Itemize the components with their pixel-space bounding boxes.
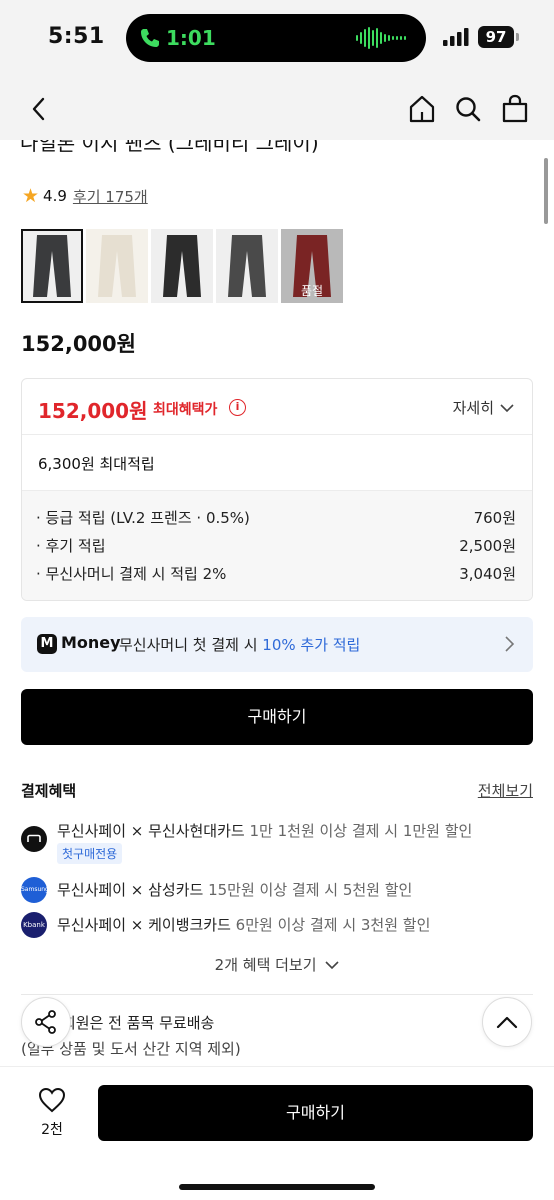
- more-benefits-label: 2개 혜택 더보기: [214, 956, 317, 974]
- color-option-thumbnail[interactable]: 품절: [281, 229, 343, 303]
- max-benefit-panel: 152,000원 최대혜택가 i 자세히 6,300원 최대적립 · 등급 적립…: [21, 378, 533, 601]
- payment-benefit-main: 무신사페이 × 케이뱅크카드: [57, 916, 231, 934]
- reviews-link[interactable]: 후기 175개: [73, 186, 148, 207]
- detail-toggle-label: 자세히: [452, 399, 494, 417]
- points-label: · 등급 적립 (LV.2 프렌즈 · 0.5%): [36, 509, 250, 527]
- payment-benefit-main: 무신사페이 × 무신사현대카드: [57, 822, 245, 840]
- points-breakdown: · 등급 적립 (LV.2 프렌즈 · 0.5%) 760원 · 후기 적립 2,50…: [22, 491, 532, 600]
- max-benefit-header: 152,000원 최대혜택가 i 자세히: [22, 379, 532, 435]
- points-label: · 후기 적립: [36, 537, 106, 555]
- pants-image: [33, 235, 71, 297]
- rating-row: ★ 4.9 후기 175개: [22, 185, 148, 207]
- points-total: 6,300원 최대적립: [38, 455, 155, 473]
- points-amount: 760원: [473, 509, 516, 527]
- points-total-row: 6,300원 최대적립: [22, 435, 532, 491]
- dynamic-island[interactable]: 1:01: [126, 14, 426, 62]
- money-promo-prefix: 무신사머니 첫 결제 시: [119, 636, 263, 654]
- color-option-thumbnail[interactable]: [21, 229, 83, 303]
- color-option-thumbnail[interactable]: [151, 229, 213, 303]
- payment-benefit-sub: 1만 1천원 이상 결제 시 1만원 할인: [244, 822, 473, 840]
- pants-image: [163, 235, 201, 297]
- home-icon: [409, 95, 435, 123]
- chevron-down-icon: [325, 961, 339, 970]
- money-promo-text: 무신사머니 첫 결제 시 10% 추가 적립: [119, 634, 360, 655]
- product-price: 152,000원: [21, 332, 136, 356]
- points-amount: 3,040원: [459, 565, 516, 583]
- bottom-buy-button[interactable]: 구매하기: [98, 1085, 533, 1141]
- battery-indicator: 97: [478, 26, 514, 48]
- color-options: 품절: [21, 229, 343, 303]
- chevron-left-icon: [32, 97, 45, 121]
- battery-tip: [516, 33, 519, 41]
- divider: [21, 994, 533, 995]
- max-benefit-label: 최대혜택가: [153, 402, 218, 418]
- buy-button[interactable]: 구매하기: [21, 689, 533, 745]
- detail-toggle-button[interactable]: 자세히: [453, 397, 514, 418]
- view-all-link[interactable]: 전체보기: [478, 780, 533, 801]
- free-shipping-text: 회원은 전 품목 무료배송: [62, 1014, 215, 1032]
- money-logo-icon: M: [37, 634, 57, 654]
- share-button[interactable]: [21, 997, 71, 1047]
- heart-icon: [38, 1087, 66, 1113]
- bottom-action-bar: 2천 구매하기: [0, 1066, 554, 1200]
- scroll-indicator[interactable]: [544, 158, 548, 224]
- pants-image: [98, 235, 136, 297]
- musinsa-money-banner[interactable]: M Money 무신사머니 첫 결제 시 10% 추가 적립: [21, 617, 533, 672]
- search-button[interactable]: [451, 92, 485, 126]
- payment-benefit-text: 무신사페이 × 무신사현대카드 1만 1천원 이상 결제 시 1만원 할인: [57, 820, 472, 841]
- scroll-to-top-button[interactable]: [482, 997, 532, 1047]
- share-icon: [35, 1010, 56, 1034]
- payment-benefit-sub: 15만원 이상 결제 시 5천원 할인: [203, 881, 413, 899]
- payment-benefit-text: 무신사페이 × 삼성카드 15만원 이상 결제 시 5천원 할인: [57, 879, 412, 900]
- points-breakdown-row: · 후기 적립 2,500원: [22, 531, 532, 559]
- star-icon: ★: [22, 185, 40, 207]
- info-icon[interactable]: i: [229, 399, 246, 416]
- points-breakdown-row: · 등급 적립 (LV.2 프렌즈 · 0.5%) 760원: [22, 503, 532, 531]
- phone-icon: [141, 29, 159, 47]
- points-breakdown-row: · 무신사머니 결제 시 적립 2% 3,040원: [22, 559, 532, 587]
- chevron-up-icon: [496, 1016, 518, 1029]
- signal-icon: [443, 28, 469, 46]
- status-time: 5:51: [48, 24, 105, 49]
- product-title-area: 나일론 이지 팬츠 (그레비티 그레이): [0, 140, 554, 166]
- search-icon: [456, 97, 481, 122]
- chevron-down-icon: [500, 403, 514, 412]
- like-button[interactable]: 2천: [34, 1087, 70, 1139]
- audio-wave-icon: [356, 27, 406, 49]
- samsung-card-icon: Samsung Card: [21, 877, 65, 903]
- chevron-right-icon: [505, 636, 515, 652]
- color-option-thumbnail[interactable]: [86, 229, 148, 303]
- payment-benefit-sub: 6만원 이상 결제 시 3천원 할인: [230, 916, 431, 934]
- like-count: 2천: [41, 1122, 63, 1138]
- cart-button[interactable]: [498, 92, 532, 126]
- payment-benefit-main: 무신사페이 × 삼성카드: [57, 881, 204, 899]
- back-button[interactable]: [22, 92, 56, 126]
- max-benefit-price: 152,000원: [38, 399, 148, 423]
- bag-icon: [502, 94, 528, 123]
- status-bar: 5:51 1:01 97: [0, 0, 554, 78]
- payment-benefit-text: 무신사페이 × 케이뱅크카드 6만원 이상 결제 시 3천원 할인: [57, 914, 430, 935]
- home-button[interactable]: [405, 92, 439, 126]
- pants-image: [228, 235, 266, 297]
- more-benefits-button[interactable]: 2개 혜택 더보기: [0, 954, 554, 975]
- money-brand: Money: [61, 633, 121, 652]
- points-amount: 2,500원: [459, 537, 516, 555]
- rating-score: 4.9: [43, 187, 67, 205]
- color-option-thumbnail[interactable]: [216, 229, 278, 303]
- sold-out-label: 품절: [300, 284, 324, 298]
- call-time: 1:01: [166, 26, 216, 50]
- top-navigation: [0, 78, 554, 140]
- hyundai-card-icon: [21, 826, 47, 852]
- points-label: · 무신사머니 결제 시 적립 2%: [36, 565, 227, 583]
- first-purchase-tag: 첫구매전용: [57, 843, 123, 864]
- home-indicator: [179, 1184, 375, 1190]
- payment-benefits-heading: 결제혜택: [21, 782, 77, 800]
- kbank-card-icon: Kbank: [21, 912, 47, 938]
- money-promo-highlight: 10% 추가 적립: [262, 636, 361, 654]
- product-title: 나일론 이지 팬츠 (그레비티 그레이): [20, 140, 319, 155]
